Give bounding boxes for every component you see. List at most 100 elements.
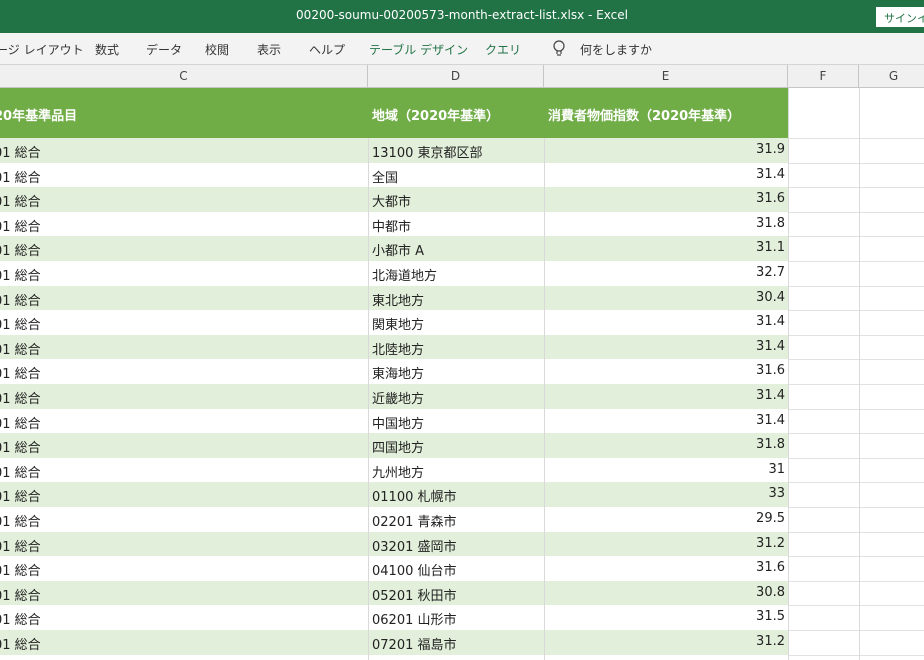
signin-button[interactable]: サインイン xyxy=(876,7,924,27)
cell-item[interactable]: 01 総合 xyxy=(0,437,41,456)
table-row: 01 総合 九州地方 31 xyxy=(0,458,788,483)
cell-item[interactable]: 01 総合 xyxy=(0,511,41,530)
cell-region[interactable]: 07201 福島市 xyxy=(372,634,457,653)
cell-value[interactable]: 31.6 xyxy=(548,191,785,206)
cell-item[interactable]: 01 総合 xyxy=(0,290,41,309)
column-header-f[interactable]: F xyxy=(788,65,859,88)
cell-value[interactable]: 31.6 xyxy=(548,363,785,378)
cell-item[interactable]: 01 総合 xyxy=(0,314,41,333)
cell-item[interactable]: 01 総合 xyxy=(0,560,41,579)
cell-item[interactable]: 01 総合 xyxy=(0,191,41,210)
cell-region[interactable]: 四国地方 xyxy=(372,437,424,456)
row-gridline xyxy=(788,605,924,607)
cell-value[interactable]: 31 xyxy=(548,462,785,477)
window-title: 00200-soumu-00200573-month-extract-list.… xyxy=(296,8,628,22)
tab-formulas[interactable]: 数式 xyxy=(95,41,119,58)
cell-region[interactable]: 北海道地方 xyxy=(372,265,437,284)
cell-item[interactable]: 01 総合 xyxy=(0,388,41,407)
cell-value[interactable]: 31.1 xyxy=(548,240,785,255)
column-header-d[interactable]: D xyxy=(368,65,544,88)
cell-region[interactable]: 大都市 xyxy=(372,191,411,210)
tab-review[interactable]: 校閲 xyxy=(205,41,229,58)
cell-value[interactable]: 29.5 xyxy=(548,511,785,526)
tell-me-search[interactable]: 何をしますか xyxy=(580,41,652,58)
cell-region[interactable]: 東北地方 xyxy=(372,290,424,309)
cell-region[interactable]: 小都市 A xyxy=(372,240,424,259)
header-cpi[interactable]: 消費者物価指数（2020年基準） xyxy=(548,105,740,124)
table-row: 01 総合 06201 山形市 31.5 xyxy=(0,605,788,630)
tab-view[interactable]: 表示 xyxy=(257,41,281,58)
cell-value[interactable]: 31.9 xyxy=(548,142,785,157)
cell-value[interactable]: 31.8 xyxy=(548,437,785,452)
cell-item[interactable]: 01 総合 xyxy=(0,413,41,432)
cell-region[interactable]: 02201 青森市 xyxy=(372,511,457,530)
header-item[interactable]: 20年基準品目 xyxy=(0,105,77,124)
cell-region[interactable]: 中国地方 xyxy=(372,413,424,432)
cell-value[interactable]: 32.7 xyxy=(548,265,785,280)
cell-value[interactable]: 33 xyxy=(548,486,785,501)
cell-region[interactable]: 東海地方 xyxy=(372,363,424,382)
cell-region[interactable]: 06201 山形市 xyxy=(372,609,457,628)
cell-item[interactable]: 01 総合 xyxy=(0,536,41,555)
cell-item[interactable]: 01 総合 xyxy=(0,363,41,382)
column-gridline xyxy=(788,88,789,660)
cell-region[interactable]: 全国 xyxy=(372,167,398,186)
column-header-e[interactable]: E xyxy=(544,65,788,88)
cell-value[interactable]: 30.4 xyxy=(548,290,785,305)
row-gridline xyxy=(788,162,924,164)
cell-item[interactable]: 01 総合 xyxy=(0,265,41,284)
cell-item[interactable]: 01 総合 xyxy=(0,339,41,358)
tab-data[interactable]: データ xyxy=(146,41,182,58)
cell-item[interactable]: 01 総合 xyxy=(0,585,41,604)
cell-region[interactable]: 03201 盛岡市 xyxy=(372,536,457,555)
header-region[interactable]: 地域（2020年基準） xyxy=(372,105,499,124)
cell-value[interactable]: 31.4 xyxy=(548,413,785,428)
cell-value[interactable]: 31.2 xyxy=(548,634,785,649)
cell-item[interactable]: 01 総合 xyxy=(0,462,41,481)
tab-page-layout[interactable]: ージ レイアウト xyxy=(0,41,84,58)
cell-value[interactable]: 31.4 xyxy=(548,339,785,354)
row-gridline xyxy=(788,261,924,262)
cell-region[interactable]: 北陸地方 xyxy=(372,339,424,358)
column-header-c[interactable]: C xyxy=(0,65,368,88)
table-row: 01 総合 05201 秋田市 30.8 xyxy=(0,580,788,606)
cell-item[interactable]: 01 総合 xyxy=(0,216,41,235)
table-row: 01 総合 07201 福島市 31.2 xyxy=(0,630,788,655)
cell-region[interactable]: 中都市 xyxy=(372,216,411,235)
cell-value[interactable]: 31.5 xyxy=(548,609,785,624)
cell-item[interactable]: 01 総合 xyxy=(0,167,41,186)
cell-value[interactable]: 31.4 xyxy=(548,167,785,182)
cell-value[interactable]: 31.8 xyxy=(548,216,785,231)
cell-item[interactable]: 01 総合 xyxy=(0,486,41,505)
table-row: 01 総合 四国地方 31.8 xyxy=(0,433,788,458)
row-gridline xyxy=(788,334,924,336)
cell-item[interactable]: 01 総合 xyxy=(0,634,41,653)
column-header-g[interactable]: G xyxy=(859,65,924,88)
spreadsheet-grid: 20年基準品目 地域（2020年基準） 消費者物価指数（2020年基準） 01 … xyxy=(0,88,924,660)
cell-value[interactable]: 31.4 xyxy=(548,314,785,329)
cell-value[interactable]: 31.6 xyxy=(548,560,785,575)
tab-table-design[interactable]: テーブル デザイン xyxy=(369,41,468,58)
cell-item[interactable]: 01 総合 xyxy=(0,240,41,259)
row-gridline xyxy=(788,359,924,361)
cell-region[interactable]: 05201 秋田市 xyxy=(372,585,457,604)
table-row: 01 総合 中国地方 31.4 xyxy=(0,409,788,434)
cell-item[interactable]: 01 総合 xyxy=(0,142,41,161)
row-gridline xyxy=(788,630,924,631)
cell-region[interactable]: 関東地方 xyxy=(372,314,424,333)
cell-region[interactable]: 九州地方 xyxy=(372,462,424,481)
tab-query[interactable]: クエリ xyxy=(485,41,521,58)
cell-region[interactable]: 01100 札幌市 xyxy=(372,486,457,505)
cell-value[interactable]: 31.2 xyxy=(548,536,785,551)
cell-value[interactable]: 31.4 xyxy=(548,388,785,403)
cell-region[interactable]: 04100 仙台市 xyxy=(372,560,457,579)
column-headers: C D E F G xyxy=(0,65,924,88)
table-row: 01 総合 13100 東京都区部 31.9 xyxy=(0,138,788,163)
tab-help[interactable]: ヘルプ xyxy=(309,41,345,58)
cell-region[interactable]: 近畿地方 xyxy=(372,388,424,407)
cell-region[interactable]: 13100 東京都区部 xyxy=(372,142,483,161)
lightbulb-icon[interactable] xyxy=(551,39,567,59)
table-row: 01 総合 中都市 31.8 xyxy=(0,212,788,237)
cell-item[interactable]: 01 総合 xyxy=(0,609,41,628)
cell-value[interactable]: 30.8 xyxy=(548,585,785,600)
